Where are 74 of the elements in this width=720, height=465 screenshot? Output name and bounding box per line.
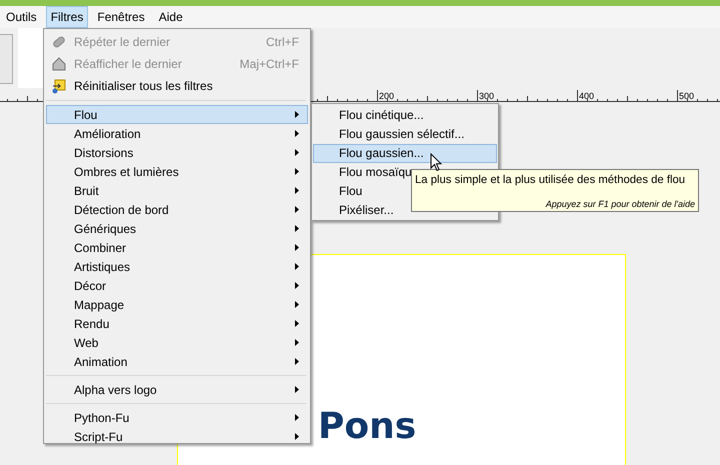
submenu-arrow-icon xyxy=(295,111,299,118)
submenu-arrow-icon xyxy=(295,187,299,194)
menu-item-label: Script-Fu xyxy=(74,430,123,444)
menu-item-label: Génériques xyxy=(74,222,136,236)
submenu-arrow-icon xyxy=(295,433,299,440)
submenu-arrow-icon xyxy=(295,225,299,232)
submenu-arrow-icon xyxy=(295,149,299,156)
menu-item-label: Alpha vers logo xyxy=(74,382,157,396)
menu-item[interactable]: Mappage xyxy=(46,295,308,314)
menu-bar-item[interactable]: Aide xyxy=(154,6,188,28)
reset-icon xyxy=(51,78,67,94)
submenu-arrow-icon xyxy=(295,339,299,346)
menu-item-label: Artistiques xyxy=(74,260,130,274)
shortcut-label: Maj+Ctrl+F xyxy=(240,56,299,70)
submenu-arrow-icon xyxy=(295,206,299,213)
submenu-item[interactable]: Flou gaussien sélectif... xyxy=(313,125,497,144)
menu-item[interactable]: Flou xyxy=(46,105,308,124)
menu-item[interactable]: Décor xyxy=(46,276,308,295)
submenu-item[interactable]: Flou cinétique... xyxy=(313,106,497,125)
menu-item-label: Rendu xyxy=(74,316,110,330)
menu-item-label: Décor xyxy=(74,278,106,292)
menu-bar-item[interactable]: Outils xyxy=(1,6,42,28)
menu-item-label: Amélioration xyxy=(74,126,141,140)
menu-item-label: Web xyxy=(74,336,98,350)
submenu-arrow-icon xyxy=(295,358,299,365)
menu-item-label: Python-Fu xyxy=(74,410,130,424)
menu-item-label: Répéter le dernier xyxy=(74,34,170,48)
submenu-arrow-icon xyxy=(295,320,299,327)
pointer-cursor-icon xyxy=(430,153,442,172)
menu-item[interactable]: Artistiques xyxy=(46,257,308,276)
menu-item-label: Mappage xyxy=(74,298,124,312)
submenu-arrow-icon xyxy=(295,301,299,308)
submenu-arrow-icon xyxy=(295,282,299,289)
menu-item-label: Réafficher le dernier xyxy=(74,56,182,70)
submenu-item[interactable]: Flou gaussien... xyxy=(313,144,497,163)
shortcut-label: Ctrl+F xyxy=(266,34,299,48)
ruler-label: 500 xyxy=(679,91,694,101)
ruler-label: 200 xyxy=(379,91,394,101)
menu-item-label: Ombres et lumières xyxy=(74,164,179,178)
menu-item[interactable]: Combiner xyxy=(46,238,308,257)
submenu-arrow-icon xyxy=(295,130,299,137)
menu-item-label: Bruit xyxy=(74,184,99,198)
menu-item[interactable]: Alpha vers logo xyxy=(46,380,308,399)
menu-item[interactable]: Distorsions xyxy=(46,143,308,162)
menu-item-label: Animation xyxy=(74,354,128,368)
submenu-arrow-icon xyxy=(295,263,299,270)
menu-item[interactable]: Web xyxy=(46,333,308,352)
menu-bar-item[interactable]: Filtres xyxy=(46,6,88,28)
menu-item[interactable]: Génériques xyxy=(46,219,308,238)
menu-item[interactable]: Animation xyxy=(46,352,308,371)
house-icon xyxy=(51,56,67,72)
menu-item-label: Distorsions xyxy=(74,146,134,160)
menu-item-label: Réinitialiser tous les filtres xyxy=(74,78,213,92)
tooltip-text: La plus simple et la plus utilisée des méthodes de flou xyxy=(415,173,686,188)
menu-item[interactable]: Bruit xyxy=(46,181,308,200)
menu-bar-item[interactable]: Fenêtres xyxy=(92,6,150,28)
submenu-arrow-icon xyxy=(295,386,299,393)
submenu-arrow-icon xyxy=(295,414,299,421)
menu-item[interactable]: Réinitialiser tous les filtres xyxy=(46,75,308,96)
menu-item-label: Combiner xyxy=(74,240,126,254)
menu-item[interactable]: Ombres et lumières xyxy=(46,162,308,181)
menu-item[interactable]: Script-Fu xyxy=(46,427,308,446)
submenu-arrow-icon xyxy=(295,168,299,175)
submenu-arrow-icon xyxy=(295,244,299,251)
ruler-label: 400 xyxy=(579,91,594,101)
menu-item[interactable]: Amélioration xyxy=(46,124,308,143)
menu-item-label: Détection de bord xyxy=(74,202,169,216)
tooltip-hint: Appuyez sur F1 pour obtenir de l'aide xyxy=(546,199,695,209)
menu-item[interactable]: Rendu xyxy=(46,314,308,333)
ruler-label: 300 xyxy=(479,91,494,101)
menu-item-label: Flou xyxy=(74,108,98,122)
menu-item[interactable]: Détection de bord xyxy=(46,200,308,219)
menu-item[interactable]: Python-Fu xyxy=(46,408,308,427)
canvas-text: Pons xyxy=(318,407,416,447)
